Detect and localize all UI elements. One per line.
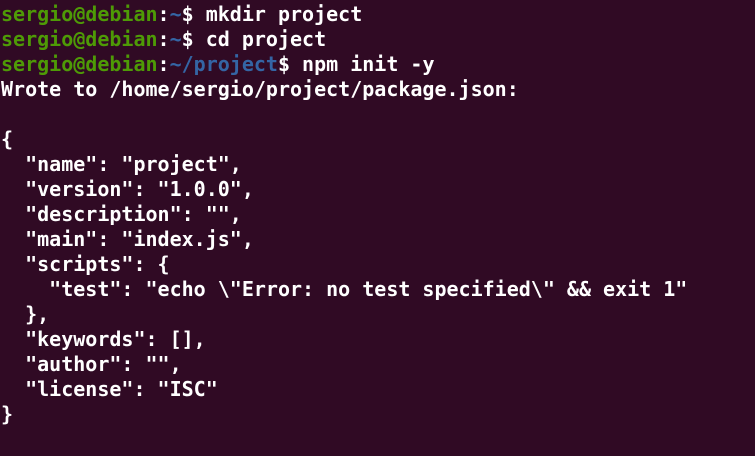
- command-text: cd project: [193, 27, 327, 51]
- output-line: },: [1, 302, 50, 326]
- output-line: "test": "echo \"Error: no test specified…: [1, 277, 688, 301]
- prompt-user-host: sergio@debian: [1, 2, 158, 26]
- prompt-line: sergio@debian:~$ cd project: [0, 27, 755, 52]
- prompt-separator: :: [157, 2, 170, 26]
- output-line: "license": "ISC": [1, 377, 218, 401]
- prompt-dollar: $: [277, 52, 291, 76]
- output-line: "keywords": [],: [1, 327, 206, 351]
- output-line: "scripts": {: [1, 252, 170, 276]
- output-line: "name": "project",: [1, 152, 242, 176]
- output-line: "main": "index.js",: [1, 227, 254, 251]
- output-line: }: [1, 402, 14, 426]
- output-line: "author": "",: [1, 352, 182, 376]
- prompt-separator: :: [157, 27, 170, 51]
- prompt-path: ~: [169, 2, 182, 26]
- prompt-separator: :: [157, 52, 170, 76]
- output-line: "description": "",: [1, 202, 242, 226]
- prompt-path: ~/project: [169, 52, 278, 76]
- scrolled-off-text: ': [1, 0, 13, 4]
- prompt-dollar: $: [181, 27, 194, 51]
- output-line: {: [1, 127, 14, 151]
- prompt-line: sergio@debian:~/project$ npm init -y: [0, 52, 755, 77]
- prompt-path: ~: [169, 27, 182, 51]
- output-line: "version": "1.0.0",: [1, 177, 254, 201]
- prompt-user-host: sergio@debian: [1, 27, 158, 51]
- prompt-line: sergio@debian:~$ mkdir project: [0, 2, 755, 27]
- command-text: npm init -y: [290, 52, 435, 76]
- terminal-window[interactable]: ' sergio@debian:~$ mkdir project sergio@…: [0, 0, 755, 456]
- output-line: Wrote to /home/sergio/project/package.js…: [1, 77, 519, 101]
- prompt-dollar: $: [181, 2, 194, 26]
- command-text: mkdir project: [193, 2, 363, 26]
- prompt-user-host: sergio@debian: [1, 52, 158, 76]
